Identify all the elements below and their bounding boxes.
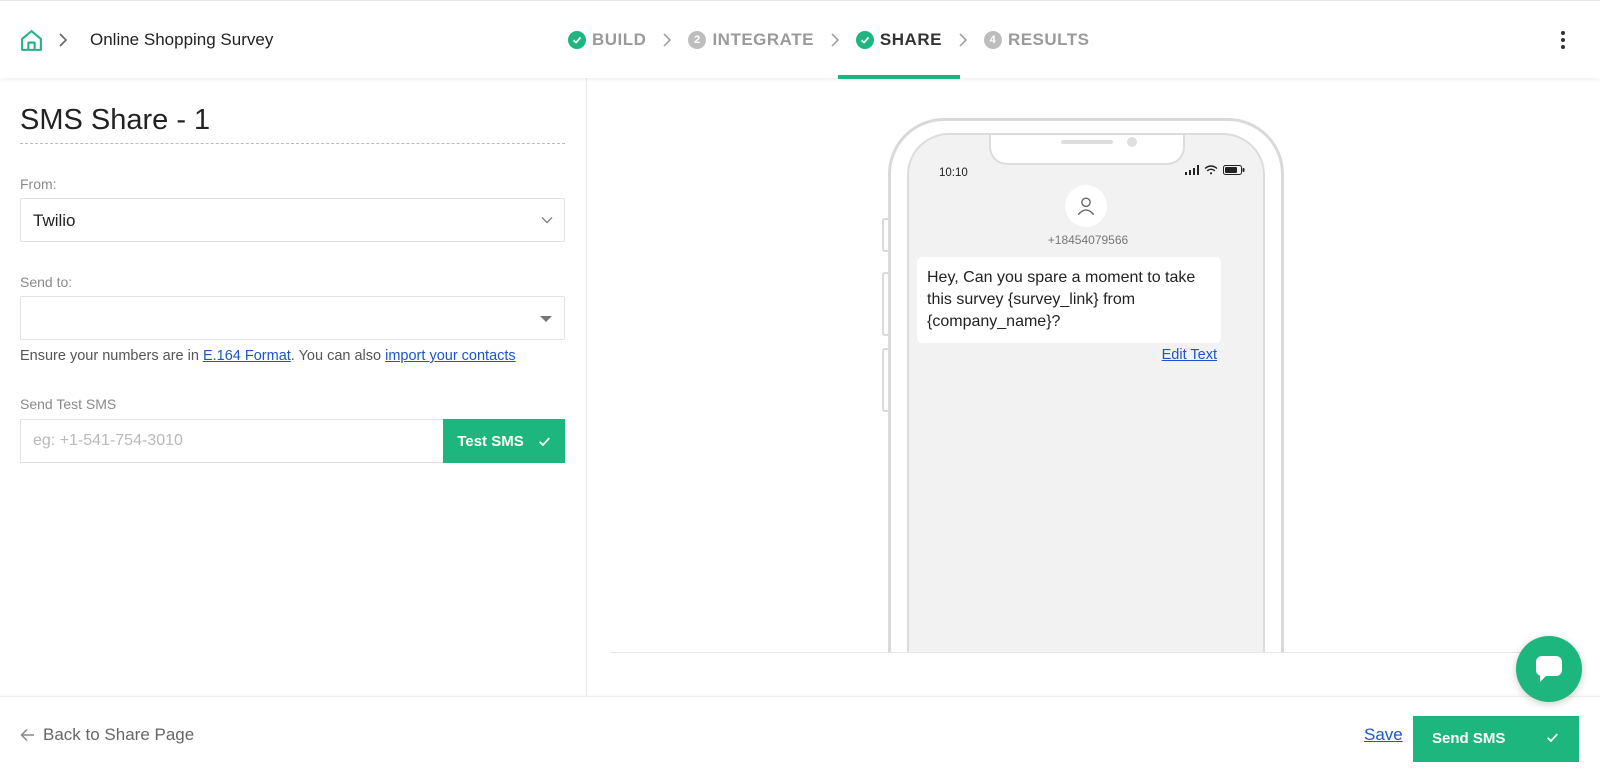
phone-notch (989, 135, 1185, 165)
e164-format-link[interactable]: E.164 Format (203, 348, 291, 364)
check-icon (1547, 733, 1559, 743)
check-icon (538, 436, 550, 446)
from-select[interactable]: Twilio (20, 198, 565, 242)
sms-share-form: SMS Share - 1 From: Twilio Send to: Ensu… (0, 78, 587, 696)
share-title[interactable]: SMS Share - 1 (20, 104, 565, 144)
test-phone-input[interactable] (20, 419, 443, 463)
step-label: SHARE (879, 30, 942, 49)
chat-widget-button[interactable] (1516, 636, 1582, 702)
chevron-right-icon (831, 33, 839, 47)
battery-icon (1223, 165, 1245, 175)
phone-screen: 10:10 +18454079566 Hey, Can you spare a … (907, 133, 1265, 652)
step-label: INTEGRATE (712, 30, 814, 49)
sender-number: +18454079566 (1047, 233, 1129, 247)
import-contacts-link[interactable]: import your contacts (385, 348, 516, 364)
sms-preview-panel: 10:10 +18454079566 Hey, Can you spare a … (588, 78, 1600, 696)
from-value: Twilio (33, 211, 76, 230)
signal-icon (1185, 165, 1199, 175)
sms-message-bubble: Hey, Can you spare a moment to take this… (917, 257, 1221, 343)
test-sms-button[interactable]: Test SMS (443, 419, 565, 463)
chat-icon (1536, 656, 1562, 682)
status-time: 10:10 (939, 167, 968, 179)
bottom-bar: Back to Share Page Save Send SMS (0, 696, 1600, 772)
step-share[interactable]: SHARE (837, 1, 960, 79)
chevron-right-icon (59, 33, 68, 47)
edit-text-link[interactable]: Edit Text (1162, 347, 1217, 363)
step-label: BUILD (592, 30, 647, 49)
step-label: RESULTS (1007, 30, 1090, 49)
test-sms-label: Send Test SMS (20, 396, 117, 412)
format-helper-text: Ensure your numbers are in E.164 Format.… (20, 348, 516, 364)
more-options-icon[interactable] (1556, 29, 1570, 51)
phone-preview-area: 10:10 +18454079566 Hey, Can you spare a … (610, 78, 1580, 653)
chevron-down-icon (541, 216, 553, 224)
survey-title[interactable]: Online Shopping Survey (90, 30, 273, 50)
chevron-right-icon (959, 33, 967, 47)
phone-frame: 10:10 +18454079566 Hey, Can you spare a … (888, 118, 1284, 652)
status-icons (1185, 165, 1245, 175)
chevron-right-icon (663, 33, 672, 47)
send-to-select[interactable] (20, 296, 565, 340)
step-number-badge: 4 (983, 31, 1002, 49)
step-nav: BUILD 2 INTEGRATE SHARE 4 RESULTS (568, 1, 1090, 79)
send-to-label: Send to: (20, 274, 73, 290)
home-icon[interactable] (19, 28, 44, 53)
step-integrate[interactable]: 2 INTEGRATE (688, 1, 813, 79)
step-results[interactable]: 4 RESULTS (983, 1, 1090, 79)
top-bar: Online Shopping Survey BUILD 2 INTEGRATE… (0, 0, 1600, 79)
user-icon (1077, 197, 1095, 216)
send-sms-button[interactable]: Send SMS (1413, 716, 1579, 762)
step-build[interactable]: BUILD (568, 1, 646, 79)
back-to-share-link[interactable]: Back to Share Page (20, 725, 194, 745)
step-number-badge: 2 (688, 31, 707, 49)
arrow-left-icon (20, 728, 34, 742)
save-link[interactable]: Save (1364, 725, 1403, 745)
check-circle-icon (855, 31, 874, 49)
caret-down-icon (540, 316, 552, 322)
check-circle-icon (568, 31, 586, 49)
from-label: From: (20, 176, 57, 192)
wifi-icon (1204, 165, 1218, 175)
contact-avatar (1065, 185, 1107, 227)
